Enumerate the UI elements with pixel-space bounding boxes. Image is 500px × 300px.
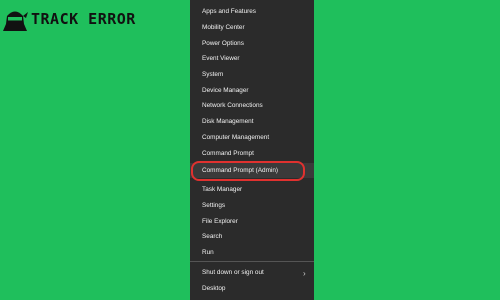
menu-item-disk-management[interactable]: Disk Management [190, 114, 314, 129]
menu-item-run[interactable]: Run [190, 245, 314, 260]
site-logo: TRACK ERROR [2, 6, 136, 32]
menu-item-command-prompt[interactable]: Command Prompt [190, 146, 314, 161]
menu-item-power-options[interactable]: Power Options [190, 36, 314, 51]
menu-item-desktop[interactable]: Desktop [190, 281, 314, 296]
chevron-right-icon: › [303, 269, 306, 278]
menu-item-apps-and-features[interactable]: Apps and Features [190, 4, 314, 19]
winx-context-menu: Apps and Features Mobility Center Power … [190, 0, 314, 300]
menu-separator [190, 261, 314, 262]
menu-item-system[interactable]: System [190, 67, 314, 82]
menu-item-settings[interactable]: Settings [190, 198, 314, 213]
menu-item-shut-down-or-sign-out[interactable]: Shut down or sign out › [190, 265, 314, 280]
menu-item-computer-management[interactable]: Computer Management [190, 130, 314, 145]
menu-item-file-explorer[interactable]: File Explorer [190, 214, 314, 229]
menu-item-mobility-center[interactable]: Mobility Center [190, 20, 314, 35]
menu-item-event-viewer[interactable]: Event Viewer [190, 51, 314, 66]
logo-text: TRACK ERROR [31, 10, 136, 28]
ninja-logo-icon [2, 6, 28, 32]
menu-item-network-connections[interactable]: Network Connections [190, 98, 314, 113]
menu-item-command-prompt-admin[interactable]: Command Prompt (Admin) [190, 163, 314, 178]
menu-item-device-manager[interactable]: Device Manager [190, 83, 314, 98]
menu-item-task-manager[interactable]: Task Manager [190, 182, 314, 197]
menu-item-search[interactable]: Search [190, 229, 314, 244]
